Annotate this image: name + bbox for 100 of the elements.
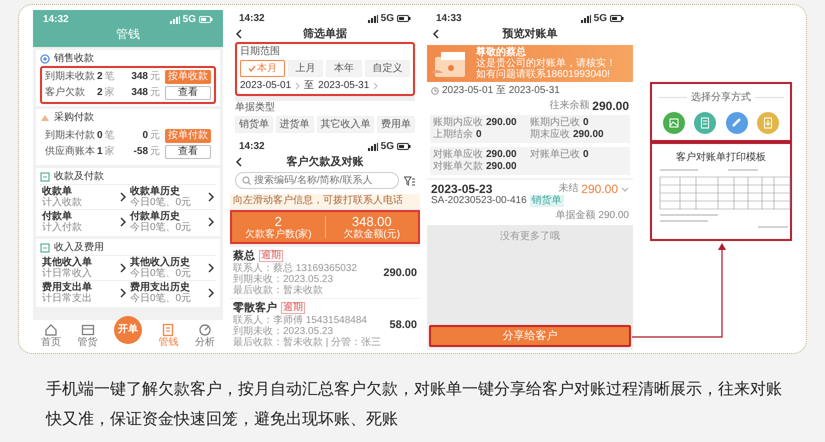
filter-chip[interactable]: 销货单 — [235, 116, 273, 133]
greeting-text: 尊敬的蔡总 — [476, 47, 527, 58]
box-icon — [80, 323, 95, 337]
total-text: 单据金额 290.00 — [556, 210, 629, 222]
amount-text: -58 元 — [132, 146, 160, 158]
menu-item[interactable]: 费用支出历史 今日0笔、0元 — [128, 280, 216, 305]
nav-tab[interactable]: 首页 — [41, 323, 62, 348]
section-icon — [40, 112, 50, 122]
chevron-icon — [208, 263, 214, 273]
status-tag: 逾期 — [281, 302, 305, 314]
back-icon[interactable] — [432, 28, 440, 38]
summary-value: 0 — [476, 129, 482, 141]
count-text: 2 家 — [97, 87, 116, 99]
time-text: 14:32 — [239, 140, 265, 152]
amount-text: 348 元 — [130, 87, 160, 99]
filter-chip[interactable]: 费用单 — [377, 116, 415, 133]
customer-name: 零散客户 — [233, 302, 277, 314]
contact-text: 如有问题请联系18601993040! — [476, 69, 611, 80]
filter-chip[interactable]: 进货单 — [276, 116, 314, 133]
chevron-icon — [120, 263, 126, 273]
screen-title: 预览对账单 — [501, 28, 558, 40]
caption-text: 手机端一键了解欠款客户，按月自动汇总客户欠款，对账单一键分享给客户对账过程清晰展示，往来对账快又准，保证资金快速回笼，避免出现坏账、死账 — [46, 378, 783, 430]
field-label: 单据类型 — [235, 102, 276, 114]
date-field[interactable]: 2023-05-31 — [318, 80, 370, 92]
menu-item[interactable]: 其他收入历史 今日0笔、0元 — [128, 255, 216, 280]
chevron-down-icon — [621, 186, 629, 192]
battery-icon — [397, 143, 411, 150]
section-title: 收入及费用 — [54, 242, 104, 254]
detail-text: 联系人：李师傅 15431548484 — [233, 315, 368, 326]
back-icon[interactable] — [235, 28, 243, 38]
row-label: 供应商账本 — [45, 146, 96, 158]
stat-value: 2 — [274, 214, 282, 229]
signal-icon — [580, 14, 591, 22]
detail-text: 最后收款：暂未收款 — [233, 285, 324, 296]
row-label: 到期未付款 — [45, 130, 96, 142]
menu-item[interactable]: 付款单 计入付款 — [40, 209, 128, 234]
time-text: 14:32 — [239, 12, 265, 24]
customer-card[interactable]: 蔡总 逾期 联系人：蔡总 13169365032 到期未收：2023.05.23 最后收款：暂未收款 290.00 — [230, 247, 420, 298]
chevron-icon — [120, 217, 126, 227]
row-label: 到期未收款 — [45, 71, 96, 83]
section-title: 销售收款 — [54, 52, 94, 64]
clock-icon — [431, 87, 439, 95]
amount-text: 290.00 — [383, 266, 417, 278]
summary-label: 期末应收 — [530, 129, 570, 141]
filter-icon[interactable] — [404, 176, 415, 186]
period-text: 2023-05-01 至 2023-05-31 — [442, 85, 560, 97]
hint-text: 向左滑动客户信息，可拨打联系人电话 — [230, 194, 420, 208]
gauge-icon — [198, 323, 212, 337]
filter-chip[interactable]: 自定义 — [364, 60, 410, 77]
time-text: 14:33 — [436, 12, 462, 24]
network-text: 5G — [380, 140, 394, 152]
summary-value: 290.00 — [486, 117, 517, 129]
back-icon[interactable] — [235, 156, 243, 166]
section-title: 收款及付款 — [54, 170, 104, 182]
battery-icon — [610, 15, 624, 22]
summary-value: 0 — [583, 149, 589, 161]
status-text: 未结 — [558, 183, 578, 194]
type-tag: 销货单 — [530, 195, 564, 207]
filter-chip[interactable]: 其它收入单 — [316, 116, 374, 133]
menu-item[interactable]: 其他收入单 计日常收入 — [40, 255, 128, 280]
battery-icon — [199, 16, 213, 23]
count-text: 1 家 — [97, 146, 116, 158]
summary-value: 290.00 — [573, 129, 604, 141]
chevron-icon — [373, 82, 378, 90]
chevron-icon — [295, 82, 300, 90]
nav-tab[interactable]: 分析 — [194, 323, 215, 348]
filter-chip[interactable]: 本年 — [326, 60, 362, 77]
dialog-title: 选择分享方式 — [691, 90, 751, 104]
balance-value: 290.00 — [592, 100, 629, 112]
menu-item[interactable]: 付款单历史 今日0笔、0元 — [128, 209, 216, 234]
detail-text: 最后收款：暂未收款 | 分管：张三 — [233, 337, 382, 348]
search-icon — [242, 176, 251, 185]
menu-item[interactable]: 收款单历史 今日0笔、0元 — [128, 184, 216, 209]
date-field[interactable]: 2023-05-01 — [240, 80, 292, 92]
battery-icon — [397, 15, 411, 22]
signal-icon — [368, 14, 378, 22]
action-button[interactable]: 查看 — [165, 86, 211, 100]
link-icon[interactable] — [726, 112, 748, 134]
action-button[interactable]: 查看 — [165, 145, 211, 159]
entry-card[interactable]: 2023-05-23 未结 290.00 SA-20230523-00-416 销货单 单据金额 290.00 — [427, 180, 633, 225]
time-text: 14:32 — [43, 14, 69, 26]
summary-value: 0 — [583, 117, 589, 129]
filter-chip[interactable]: 上月 — [288, 60, 323, 77]
search-field[interactable]: 搜索编码/名称/简称/联系人 — [235, 172, 399, 189]
menu-item[interactable]: 费用支出单 计日常支出 — [40, 280, 128, 305]
separator-text: 至 — [304, 80, 314, 92]
summary-label: 账期内应收 — [433, 117, 483, 128]
balance-label: 往来余额 — [549, 100, 590, 112]
nav-tab[interactable]: 管货 — [78, 323, 98, 348]
field-label: 日期范围 — [240, 46, 281, 58]
entry-date: 2023-05-23 — [431, 183, 494, 195]
summary-label: 对账单已收 — [530, 149, 580, 161]
menu-item[interactable]: 收款单 计入收款 — [40, 184, 128, 209]
row-label: 客户欠款 — [45, 87, 86, 99]
screen-title: 客户欠款及对账 — [286, 156, 364, 168]
signal-icon — [170, 16, 180, 24]
amount-text: 348 元 — [130, 71, 160, 83]
status-tag: 逾期 — [259, 250, 283, 262]
customer-card[interactable]: 零散客户 逾期 联系人：李师傅 15431548484 到期未收：2023.05.23 最后收款：暂未收款 | 分管：张三 58.00 — [230, 299, 420, 350]
picture-icon[interactable] — [662, 112, 685, 134]
